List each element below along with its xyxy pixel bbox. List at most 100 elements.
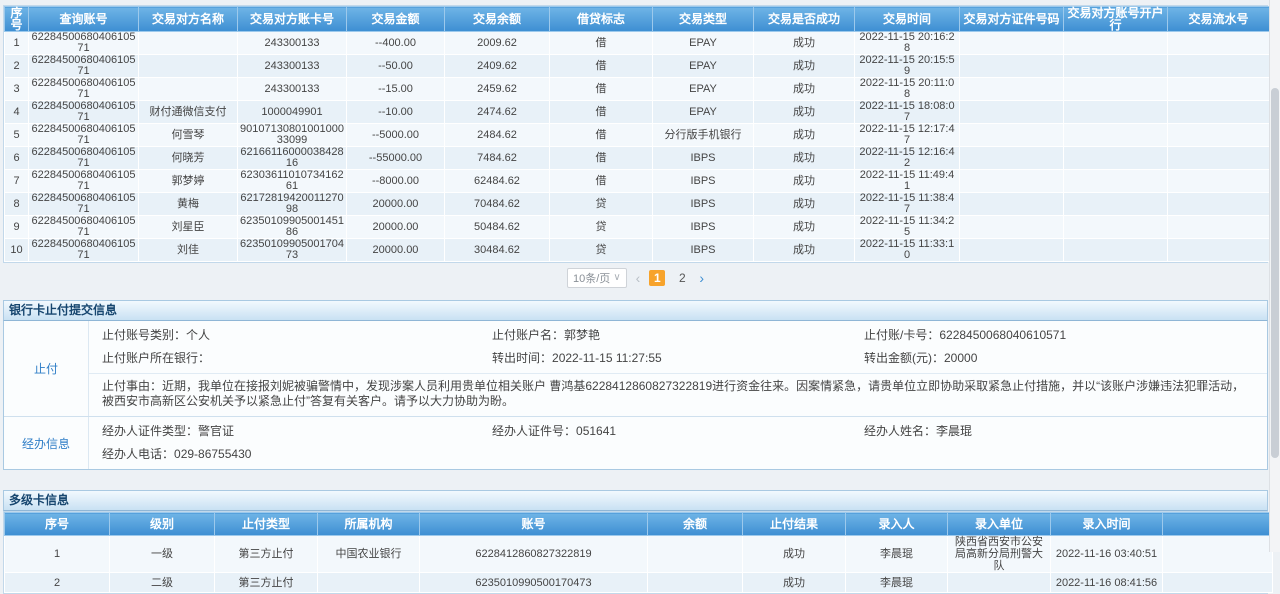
cell: 62484.62 (445, 170, 550, 193)
column-header: 所属机构 (318, 513, 420, 536)
cell (1064, 124, 1168, 147)
cell: 10 (5, 239, 29, 262)
multi-card-table: 序号级别止付类型所属机构账号余额止付结果录入人录入单位录入时间 1一级第三方止付… (4, 512, 1273, 593)
cell: 2022-11-15 12:17:47 (855, 124, 960, 147)
cell (1163, 536, 1273, 573)
next-page-button[interactable]: › (699, 270, 704, 286)
cell: 成功 (754, 32, 855, 55)
field: 经办人证件号：051641 (492, 425, 864, 438)
reason-label: 止付事由： (102, 379, 162, 393)
table-row[interactable]: 26228450068040610571243300133--50.002409… (5, 55, 1270, 78)
table-row[interactable]: 66228450068040610571何晓芳62166116000038428… (5, 147, 1270, 170)
cell: 借 (550, 170, 653, 193)
cell: 贷 (550, 193, 653, 216)
cell: 1000049901 (238, 101, 347, 124)
cell: 7484.62 (445, 147, 550, 170)
cell: 李晨琨 (846, 536, 948, 573)
page-number-2[interactable]: 2 (674, 270, 690, 286)
cell: 2022-11-15 11:34:25 (855, 216, 960, 239)
field: 经办人证件类型：警官证 (102, 425, 492, 438)
cell: 6228450068040610571 (29, 101, 139, 124)
table-row[interactable]: 36228450068040610571243300133--15.002459… (5, 78, 1270, 101)
table-row[interactable]: 16228450068040610571243300133--400.00200… (5, 32, 1270, 55)
cell (139, 32, 238, 55)
cell: 刘星臣 (139, 216, 238, 239)
cell: 李晨琨 (846, 573, 948, 593)
table-row[interactable]: 76228450068040610571郭梦婷62303611010734162… (5, 170, 1270, 193)
cell: 借 (550, 147, 653, 170)
column-header: 账号 (420, 513, 648, 536)
cell (648, 536, 743, 573)
stop-payment-panel: 止付 止付账号类别：个人止付账户名：郭梦艳止付账/卡号：622845006804… (3, 321, 1268, 470)
stop-payment-reason: 止付事由：近期，我单位在接报刘妮被骗警情中，发现涉案人员利用贵单位相关账户 曹鸿… (89, 373, 1267, 416)
column-header: 交易类型 (653, 7, 754, 32)
cell: 成功 (754, 239, 855, 262)
page-number-1[interactable]: 1 (649, 270, 665, 286)
cell: 借 (550, 124, 653, 147)
cell: IBPS (653, 193, 754, 216)
pagination: 10条/页 ∨ ‹ 1 2 › (3, 268, 1268, 288)
cell (1064, 101, 1168, 124)
vertical-scrollbar-thumb[interactable] (1271, 88, 1279, 458)
cell: 成功 (754, 193, 855, 216)
cell: 6228450068040610571 (29, 170, 139, 193)
table-row[interactable]: 106228450068040610571刘佳62350109905001704… (5, 239, 1270, 262)
vertical-scrollbar-track[interactable] (1269, 0, 1280, 552)
cell: --400.00 (347, 32, 445, 55)
cell: --15.00 (347, 78, 445, 101)
cell: 成功 (754, 170, 855, 193)
cell: 郭梦婷 (139, 170, 238, 193)
cell: --10.00 (347, 101, 445, 124)
stop-payment-fields: 止付账号类别：个人止付账户名：郭梦艳止付账/卡号：622845006804061… (89, 321, 1267, 373)
cell: 6228450068040610571 (29, 239, 139, 262)
cell: 陕西省西安市公安局高新分局刑警大队 (948, 536, 1051, 573)
transactions-header-row: 序号查询账号交易对方名称交易对方账卡号交易金额交易余额借贷标志交易类型交易是否成… (5, 7, 1270, 32)
cell: EPAY (653, 32, 754, 55)
cell (1064, 216, 1168, 239)
cell: 70484.62 (445, 193, 550, 216)
cell: 7 (5, 170, 29, 193)
cell: 2022-11-16 08:41:56 (1051, 573, 1163, 593)
cell (1064, 78, 1168, 101)
cell: 2022-11-15 20:11:08 (855, 78, 960, 101)
page-size-select[interactable]: 10条/页 ∨ (567, 268, 627, 288)
cell (1064, 239, 1168, 262)
table-row[interactable]: 86228450068040610571黄梅621728194200112709… (5, 193, 1270, 216)
cell (960, 78, 1064, 101)
cell (1163, 573, 1273, 593)
table-row[interactable]: 56228450068040610571何雪琴90107130801001000… (5, 124, 1270, 147)
prev-page-button[interactable]: ‹ (636, 270, 641, 286)
cell: 中国农业银行 (318, 536, 420, 573)
table-row[interactable]: 46228450068040610571财付通微信支付1000049901--1… (5, 101, 1270, 124)
column-header: 查询账号 (29, 7, 139, 32)
cell (1168, 32, 1270, 55)
cell: IBPS (653, 216, 754, 239)
cell: 9 (5, 216, 29, 239)
column-header: 交易对方名称 (139, 7, 238, 32)
cell: 243300133 (238, 78, 347, 101)
cell (1064, 32, 1168, 55)
page-size-label: 10条/页 (573, 270, 610, 286)
cell: 1 (5, 32, 29, 55)
reason-text: 近期，我单位在接报刘妮被骗警情中，发现涉案人员利用贵单位相关账户 曹鸿基6228… (102, 379, 1244, 408)
cell: 2009.62 (445, 32, 550, 55)
cell: 分行版手机银行 (653, 124, 754, 147)
table-row[interactable]: 96228450068040610571刘星臣62350109905001451… (5, 216, 1270, 239)
cell: --55000.00 (347, 147, 445, 170)
cell (139, 55, 238, 78)
cell: 借 (550, 32, 653, 55)
stop-payment-group-label: 止付 (4, 321, 89, 416)
cell: 9010713080100100033099 (238, 124, 347, 147)
table-row[interactable]: 2二级第三方止付6235010990500170473成功李晨琨2022-11-… (5, 573, 1273, 593)
cell: 30484.62 (445, 239, 550, 262)
cell: EPAY (653, 55, 754, 78)
cell: 成功 (754, 147, 855, 170)
cell (648, 573, 743, 593)
cell: 第三方止付 (215, 536, 318, 573)
cell: 成功 (743, 536, 846, 573)
cell: 6230361101073416261 (238, 170, 347, 193)
field: 止付账户名：郭梦艳 (492, 329, 864, 342)
cell: 6 (5, 147, 29, 170)
cell (1168, 78, 1270, 101)
table-row[interactable]: 1一级第三方止付中国农业银行6228412860827322819成功李晨琨陕西… (5, 536, 1273, 573)
